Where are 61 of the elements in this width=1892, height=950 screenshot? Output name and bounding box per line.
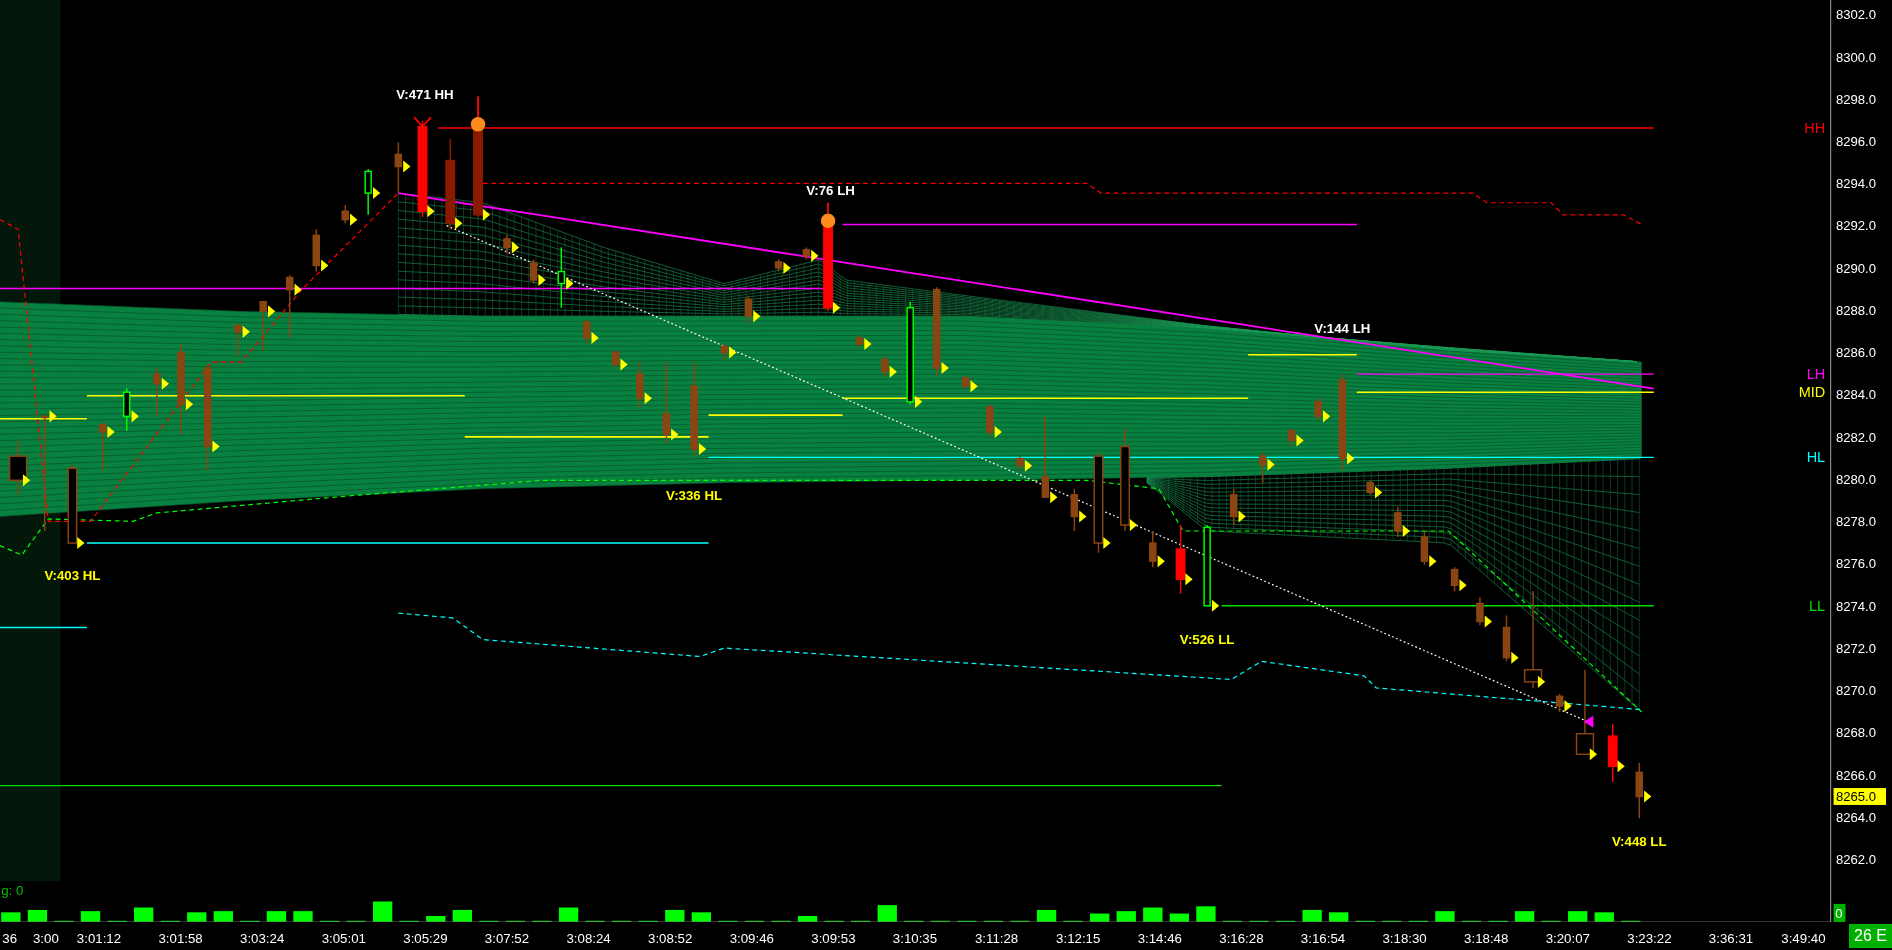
swing-label: V:144 LH: [1314, 321, 1371, 337]
time-label: 3:18:48: [1464, 930, 1509, 946]
level-label: MID: [1798, 384, 1826, 401]
swing-label: V:336 HL: [666, 487, 723, 503]
swing-label: V:403 HL: [44, 568, 101, 584]
price-tick: 8302.0: [1835, 7, 1877, 23]
price-tick: 8298.0: [1835, 91, 1877, 107]
price-tick: 8284.0: [1835, 387, 1877, 403]
time-label: 3:09:46: [729, 930, 774, 946]
time-label: 3:05:01: [321, 930, 366, 946]
price-tick: 8268.0: [1835, 725, 1877, 741]
time-label: 3:16:28: [1219, 930, 1264, 946]
time-label: 3:01:12: [76, 930, 122, 946]
price-tick: 8272.0: [1835, 640, 1877, 656]
swing-label: V:76 LH: [806, 183, 855, 199]
status-badge: 26 E: [1849, 924, 1892, 948]
time-label: 3:49:40: [1781, 930, 1826, 946]
volume-scale-badge: 0: [1833, 903, 1846, 922]
time-label: 3:03:24: [240, 930, 285, 946]
price-tick: 8300.0: [1835, 49, 1877, 65]
price-tick: 8264.0: [1835, 809, 1877, 825]
current-price-badge: 8265.0: [1833, 788, 1887, 805]
price-tick: 8282.0: [1835, 429, 1877, 445]
time-label: 3:16:54: [1300, 930, 1346, 946]
price-tick: 8294.0: [1835, 176, 1877, 192]
time-label: 3:23:22: [1627, 930, 1672, 946]
price-tick: 8262.0: [1835, 852, 1877, 868]
price-tick: 8286.0: [1835, 345, 1877, 361]
price-tick: 8288.0: [1835, 302, 1877, 318]
time-label: 3:11:28: [974, 930, 1019, 946]
time-label: 3:36:31: [1708, 930, 1754, 946]
time-label: 3:12:15: [1056, 930, 1101, 946]
time-label: 3:20:07: [1545, 930, 1590, 946]
price-tick: 8266.0: [1835, 767, 1877, 783]
level-label: HL: [1806, 449, 1826, 466]
volume-label: g: 0: [1, 883, 24, 899]
time-label: 3:05:29: [403, 930, 448, 946]
time-label: 3:10:35: [892, 930, 938, 946]
price-tick: 8296.0: [1835, 133, 1877, 150]
swing-label: V:448 LL: [1612, 833, 1667, 849]
time-label: 3:01:58: [158, 930, 203, 946]
level-label: HH: [1804, 119, 1826, 136]
time-label: 3:14:46: [1137, 930, 1182, 946]
price-tick: 8280.0: [1835, 471, 1877, 487]
time-label: 3:08:24: [566, 930, 611, 946]
time-label: 3:07:52: [484, 930, 530, 946]
price-tick: 8290.0: [1835, 260, 1877, 276]
price-tick: 8274.0: [1835, 598, 1877, 614]
swing-label: V:526 LL: [1179, 632, 1235, 648]
time-label: 3:08:52: [648, 930, 693, 946]
time-label: 3:09:53: [811, 930, 856, 946]
price-tick: 8278.0: [1835, 514, 1877, 530]
level-label: LH: [1806, 365, 1826, 382]
swing-label: V:471 HH: [396, 86, 454, 102]
time-label: 3:18:30: [1382, 930, 1427, 946]
price-tick: 8292.0: [1835, 218, 1877, 234]
level-label: LL: [1809, 597, 1826, 614]
time-label: 3:00: [32, 930, 59, 946]
price-tick: 8270.0: [1835, 683, 1877, 699]
price-tick: 8276.0: [1835, 556, 1877, 572]
time-label: 36: [2, 930, 18, 946]
